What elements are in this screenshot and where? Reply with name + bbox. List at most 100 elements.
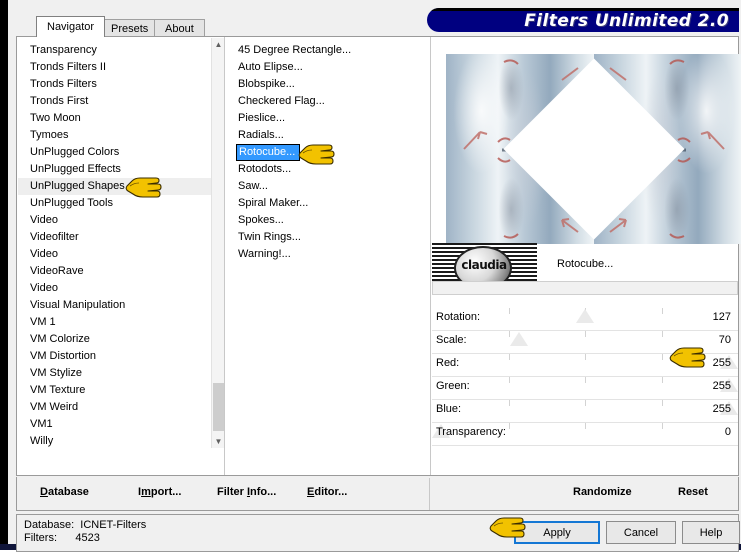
category-list-item[interactable]: Video: [18, 280, 223, 297]
database-button[interactable]: Database: [40, 486, 89, 498]
slider-track[interactable]: [432, 331, 738, 352]
slider-label: Rotation:: [436, 311, 481, 323]
category-list-item[interactable]: Tymoes: [18, 127, 223, 144]
window-client-area: Filters Unlimited 2.0 Navigator Presets …: [8, 8, 741, 552]
category-list-item[interactable]: VM1: [18, 416, 223, 433]
filter-list-item[interactable]: Spiral Maker...: [225, 195, 430, 212]
slider-row[interactable]: Scale: 70: [432, 331, 738, 354]
filter-list-item[interactable]: Warning!...: [225, 246, 430, 263]
filter-list-row: Auto Elipse...: [225, 59, 430, 76]
panel-divider-2: [430, 37, 431, 475]
filter-list[interactable]: 45 Degree Rectangle... Auto Elipse... Blob…: [225, 38, 430, 448]
help-button[interactable]: Help: [682, 521, 740, 544]
filter-list-item[interactable]: Checkered Flag...: [225, 93, 430, 110]
tab-presets[interactable]: Presets: [100, 19, 160, 37]
category-list-item[interactable]: VideoRave: [18, 263, 223, 280]
slider-track[interactable]: [432, 400, 738, 421]
category-list-item[interactable]: Visual Manipulation: [18, 297, 223, 314]
slider-row[interactable]: Red: 255: [432, 354, 738, 377]
category-list-item[interactable]: UnPlugged Shapes: [18, 178, 223, 195]
category-list-item[interactable]: Tronds First: [18, 93, 223, 110]
slider-row[interactable]: Transparency: 0: [432, 423, 738, 446]
category-list-item[interactable]: Willy: [18, 433, 223, 448]
category-list[interactable]: Transparency Tronds Filters II Tronds Filt…: [18, 38, 223, 448]
slider-knob[interactable]: [576, 309, 594, 323]
navigator-panel: Transparency Tronds Filters II Tronds Filt…: [16, 36, 741, 476]
action-bar-divider: [429, 478, 430, 510]
category-list-item[interactable]: UnPlugged Colors: [18, 144, 223, 161]
import-button[interactable]: Import...: [138, 486, 181, 498]
slider-tick: [585, 423, 586, 429]
slider-row[interactable]: Green: 255: [432, 377, 738, 400]
category-list-item[interactable]: UnPlugged Tools: [18, 195, 223, 212]
category-list-item[interactable]: Tronds Filters: [18, 76, 223, 93]
import-button-label-rest: port...: [150, 486, 182, 498]
filter-list-item[interactable]: Rotodots...: [225, 161, 430, 178]
slider-value: 70: [718, 334, 731, 346]
category-list-item[interactable]: Two Moon: [18, 110, 223, 127]
randomize-button[interactable]: Randomize: [573, 486, 632, 498]
preview-frame: [438, 54, 741, 246]
filter-list-row: Blobspike...: [225, 76, 430, 93]
slider-label: Scale:: [436, 334, 467, 346]
tab-strip: Navigator Presets About: [16, 16, 739, 37]
editor-button[interactable]: Editor...: [307, 486, 347, 498]
slider-label: Green:: [436, 380, 470, 392]
slider-value: 0: [724, 426, 731, 438]
filter-list-item[interactable]: Auto Elipse...: [225, 59, 430, 76]
slider-tick: [508, 400, 510, 406]
apply-button[interactable]: Apply: [514, 521, 600, 544]
filter-list-item[interactable]: Saw...: [225, 178, 430, 195]
tab-about[interactable]: About: [154, 19, 205, 37]
filter-list-row: Pieslice...: [225, 110, 430, 127]
slider-track[interactable]: [432, 377, 738, 398]
preview-progress-bar[interactable]: [432, 281, 738, 295]
category-list-item[interactable]: VM Distortion: [18, 348, 223, 365]
slider-track[interactable]: [432, 354, 738, 375]
cancel-button[interactable]: Cancel: [606, 521, 676, 544]
category-list-item[interactable]: Transparency: [18, 42, 223, 59]
filter-list-item-selected[interactable]: Rotocube...: [236, 144, 301, 161]
category-list-item[interactable]: VM Texture: [18, 382, 223, 399]
action-bar: Database Import... Filter Info... Editor…: [16, 477, 739, 511]
slider-tick: [661, 354, 663, 360]
slider-value: 255: [712, 403, 731, 415]
filter-list-item[interactable]: Spokes...: [225, 212, 430, 229]
category-list-item[interactable]: Videofilter: [18, 229, 223, 246]
slider-row[interactable]: Blue: 255: [432, 400, 738, 423]
slider-tick: [585, 331, 586, 337]
tab-navigator[interactable]: Navigator: [36, 16, 106, 37]
slider-label: Transparency:: [436, 426, 506, 438]
slider-tick: [508, 423, 510, 429]
category-list-item[interactable]: VM Stylize: [18, 365, 223, 382]
category-list-item[interactable]: VM Colorize: [18, 331, 223, 348]
reset-button[interactable]: Reset: [678, 486, 708, 498]
filter-list-row: Radials...: [225, 127, 430, 144]
filter-list-row: Rotocube...: [225, 144, 430, 161]
slider-tick: [661, 423, 663, 429]
logo-text: claudia: [461, 258, 507, 272]
slider-tick: [508, 354, 510, 360]
category-list-item[interactable]: UnPlugged Effects: [18, 161, 223, 178]
filter-list-item[interactable]: 45 Degree Rectangle...: [225, 42, 430, 59]
category-list-scrollbar[interactable]: ▲ ▼: [211, 38, 225, 448]
current-filter-name: Rotocube...: [557, 258, 614, 270]
filter-info-button[interactable]: Filter Info...: [217, 486, 276, 498]
slider-row[interactable]: Rotation: 127: [432, 308, 738, 331]
filter-list-item[interactable]: Pieslice...: [225, 110, 430, 127]
slider-knob[interactable]: [509, 332, 528, 346]
filter-list-item[interactable]: Twin Rings...: [225, 229, 430, 246]
category-list-item[interactable]: Video: [18, 246, 223, 263]
category-list-item[interactable]: Video: [18, 212, 223, 229]
preview-pane: claudia Rotocube... Rotation: 127 Scale: 70…: [432, 38, 741, 475]
slider-tick: [661, 308, 663, 314]
filters-unlimited-window: Filters Unlimited 2.0 Navigator Presets …: [0, 0, 741, 552]
filter-list-item[interactable]: Radials...: [225, 127, 430, 144]
category-list-item[interactable]: VM 1: [18, 314, 223, 331]
filter-preview-image[interactable]: [446, 54, 741, 244]
scrollbar-thumb[interactable]: [213, 383, 224, 431]
slider-tick: [508, 377, 510, 383]
filter-list-item[interactable]: Blobspike...: [225, 76, 430, 93]
category-list-item[interactable]: Tronds Filters II: [18, 59, 223, 76]
category-list-item[interactable]: VM Weird: [18, 399, 223, 416]
